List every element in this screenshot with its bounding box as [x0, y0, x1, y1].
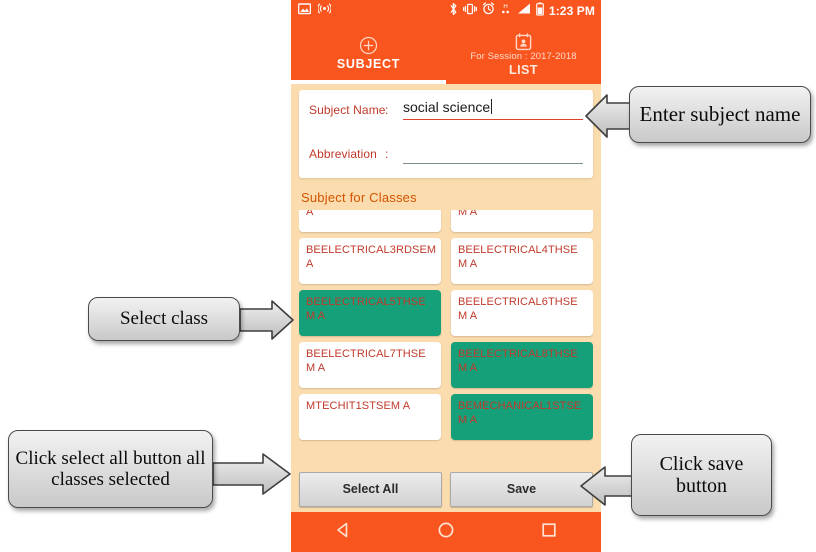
class-tile[interactable]: BEELECTRICAL8THSE M A — [451, 342, 593, 388]
class-grid-inner: BEELECTRICAL1STSEM A BEELECTRICAL2NDSE M … — [299, 210, 593, 446]
class-tile[interactable]: BEELECTRICAL1STSEM A — [299, 210, 441, 232]
tab-subject[interactable]: SUBJECT — [291, 22, 446, 84]
class-tile[interactable]: MTECHIT1STSEM A — [299, 394, 441, 440]
subject-name-colon: : — [385, 103, 389, 117]
phone-screen: H 1:23 PM SUBJECT For Session : 2017-201… — [291, 0, 601, 552]
app-bar: SUBJECT For Session : 2017-2018 LIST — [291, 22, 601, 84]
status-bar-right-icons: H 1:23 PM — [449, 1, 601, 21]
class-grid[interactable]: BEELECTRICAL1STSEM A BEELECTRICAL2NDSE M … — [299, 210, 593, 468]
back-triangle-icon[interactable] — [333, 520, 353, 545]
class-tile[interactable]: BEMECHANICAL1STSE M A — [451, 394, 593, 440]
class-grid-row: BEELECTRICAL3RDSEM A BEELECTRICAL4THSE M … — [299, 238, 593, 284]
subject-name-row: Subject Name : social science — [299, 90, 593, 134]
tab-list[interactable]: For Session : 2017-2018 LIST — [446, 22, 601, 84]
callout-click-select-all: Click select all button all classes sele… — [8, 430, 213, 508]
alarm-icon — [482, 2, 495, 20]
class-tile[interactable]: BEELECTRICAL2NDSE M A — [451, 210, 593, 232]
status-bar: H 1:23 PM — [291, 0, 601, 22]
save-button[interactable]: Save — [450, 471, 593, 507]
svg-text:H: H — [503, 4, 507, 10]
calendar-session-icon — [446, 32, 601, 52]
tab-list-session: For Session : 2017-2018 — [470, 51, 577, 62]
status-bar-left-icons — [291, 2, 332, 20]
abbreviation-input[interactable] — [403, 140, 583, 166]
class-tile[interactable]: BEELECTRICAL6THSE M A — [451, 290, 593, 336]
screenshot-image-icon — [297, 2, 312, 20]
subject-name-underline — [403, 118, 583, 120]
vibrate-icon — [462, 2, 477, 20]
status-bar-clock: 1:23 PM — [548, 4, 595, 18]
callout-enter-subject-name: Enter subject name — [629, 86, 811, 143]
plus-circle-icon — [359, 36, 378, 56]
class-grid-row: BEELECTRICAL1STSEM A BEELECTRICAL2NDSE M … — [299, 210, 593, 232]
tab-active-indicator — [291, 80, 446, 84]
class-tile[interactable]: BEELECTRICAL7THSE M A — [299, 342, 441, 388]
class-grid-row: BEELECTRICAL7THSE M A BEELECTRICAL8THSE M… — [299, 342, 593, 388]
abbreviation-row: Abbreviation : — [299, 134, 593, 178]
class-tile[interactable]: BEELECTRICAL4THSE M A — [451, 238, 593, 284]
class-tile[interactable]: BEELECTRICAL5THSE M A — [299, 290, 441, 336]
class-grid-row: BEELECTRICAL5THSE M A BEELECTRICAL6THSE M… — [299, 290, 593, 336]
hspa-data-icon: H — [500, 2, 511, 20]
action-button-bar: Select All Save — [291, 471, 601, 507]
callout-select-class: Select class — [88, 297, 240, 341]
subject-form-card: Subject Name : social science Abbreviati… — [299, 90, 593, 178]
select-all-button[interactable]: Select All — [299, 471, 442, 507]
subject-name-label: Subject Name — [309, 103, 386, 117]
section-title: Subject for Classes — [301, 190, 417, 205]
subject-name-value: social science — [403, 99, 491, 115]
signal-bars-icon — [516, 2, 531, 20]
cast-wifi-icon — [317, 2, 332, 20]
subject-name-input[interactable]: social science — [403, 96, 583, 122]
abbreviation-label: Abbreviation — [309, 147, 377, 161]
tab-list-label: LIST — [508, 63, 539, 77]
arrow-to-select-all-button — [212, 453, 291, 495]
tab-subject-label: SUBJECT — [336, 56, 401, 71]
home-circle-icon[interactable] — [436, 520, 456, 545]
bluetooth-icon — [449, 2, 458, 21]
arrow-to-selected-class — [239, 300, 294, 340]
class-tile[interactable]: BEELECTRICAL3RDSEM A — [299, 238, 441, 284]
class-grid-row: MTECHIT1STSEM A BEMECHANICAL1STSE M A — [299, 394, 593, 440]
abbreviation-underline — [403, 163, 583, 164]
recents-square-icon[interactable] — [539, 520, 559, 545]
battery-icon — [536, 1, 544, 21]
android-nav-bar — [291, 512, 601, 552]
callout-click-save: Click save button — [631, 434, 772, 516]
text-caret — [491, 99, 493, 114]
abbreviation-colon: : — [385, 147, 389, 161]
